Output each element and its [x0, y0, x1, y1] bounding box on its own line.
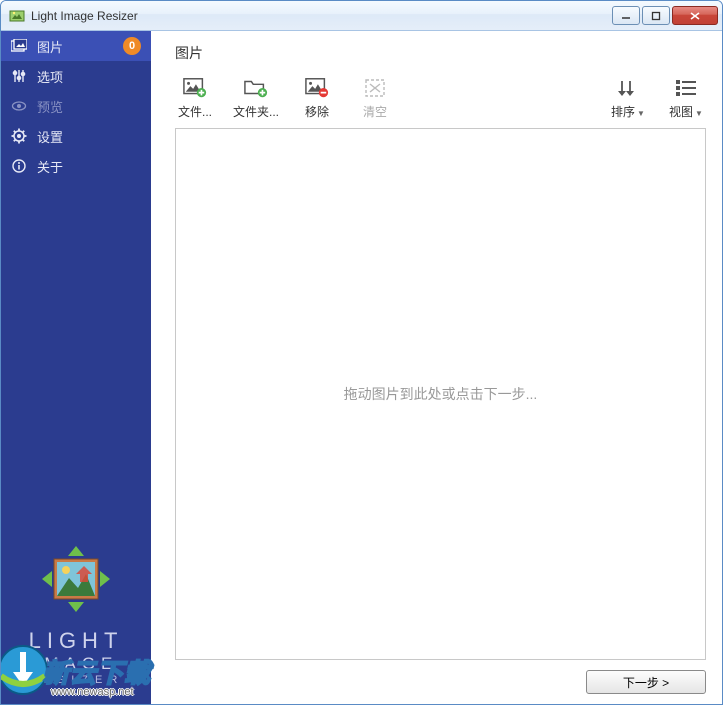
sidebar-item-options[interactable]: 选项	[1, 61, 151, 91]
dropzone[interactable]: 拖动图片到此处或点击下一步...	[175, 128, 706, 660]
dropzone-hint: 拖动图片到此处或点击下一步...	[344, 384, 538, 404]
sidebar-logo	[1, 534, 151, 622]
remove-button[interactable]: 移除	[297, 77, 337, 120]
image-add-icon	[183, 77, 207, 99]
eye-icon	[11, 99, 27, 113]
sidebar-item-label: 选项	[37, 67, 63, 86]
brand-line2: IMAGE	[1, 654, 151, 674]
sliders-icon	[11, 69, 27, 83]
tool-label: 排序	[611, 105, 635, 119]
sidebar: 图片 0 选项 预览 设置	[1, 31, 151, 704]
next-button-label: 下一步 >	[623, 674, 669, 691]
toolbar: 文件... 文件夹... 移除	[175, 77, 706, 120]
sidebar-item-images[interactable]: 图片 0	[1, 31, 151, 61]
chevron-down-icon: ▼	[637, 109, 645, 118]
clear-button[interactable]: 清空	[355, 77, 395, 120]
window-title: Light Image Resizer	[31, 9, 612, 23]
app-window: Light Image Resizer 图片 0	[0, 0, 723, 705]
next-button[interactable]: 下一步 >	[586, 670, 706, 694]
sidebar-item-preview[interactable]: 预览	[1, 91, 151, 121]
page-title: 图片	[175, 43, 706, 63]
sidebar-item-about[interactable]: 关于	[1, 151, 151, 181]
brand-line1: LIGHT	[1, 628, 151, 654]
sidebar-badge: 0	[123, 37, 141, 55]
sidebar-item-label: 预览	[37, 97, 63, 116]
minimize-button[interactable]	[612, 6, 640, 25]
images-icon	[11, 39, 27, 53]
sort-button[interactable]: 排序▼	[608, 77, 648, 120]
brand-line3: RESIZER	[1, 674, 151, 686]
tool-label: 文件...	[178, 103, 212, 120]
maximize-button[interactable]	[642, 6, 670, 25]
tool-label: 移除	[305, 103, 329, 120]
sidebar-item-settings[interactable]: 设置	[1, 121, 151, 151]
view-list-icon	[674, 77, 698, 99]
brand-text: LIGHT IMAGE RESIZER	[1, 622, 151, 704]
chevron-down-icon: ▼	[695, 109, 703, 118]
close-button[interactable]	[672, 6, 718, 25]
sidebar-item-label: 关于	[37, 157, 63, 176]
gear-icon	[11, 128, 27, 144]
tool-label: 文件夹...	[233, 103, 279, 120]
add-folder-button[interactable]: 文件夹...	[233, 77, 279, 120]
sidebar-item-label: 设置	[37, 127, 63, 146]
info-icon	[11, 158, 27, 174]
app-icon	[9, 8, 25, 24]
sort-icon	[616, 77, 640, 99]
view-button[interactable]: 视图▼	[666, 77, 706, 120]
image-remove-icon	[305, 77, 329, 99]
add-file-button[interactable]: 文件...	[175, 77, 215, 120]
main-panel: 图片 文件... 文件夹...	[151, 31, 722, 704]
footer: 下一步 >	[175, 660, 706, 694]
tool-label: 视图	[669, 105, 693, 119]
titlebar: Light Image Resizer	[1, 1, 722, 31]
tool-label: 清空	[363, 103, 387, 120]
sidebar-item-label: 图片	[37, 37, 63, 56]
clear-icon	[363, 77, 387, 99]
window-controls	[612, 6, 718, 25]
folder-add-icon	[244, 77, 268, 99]
